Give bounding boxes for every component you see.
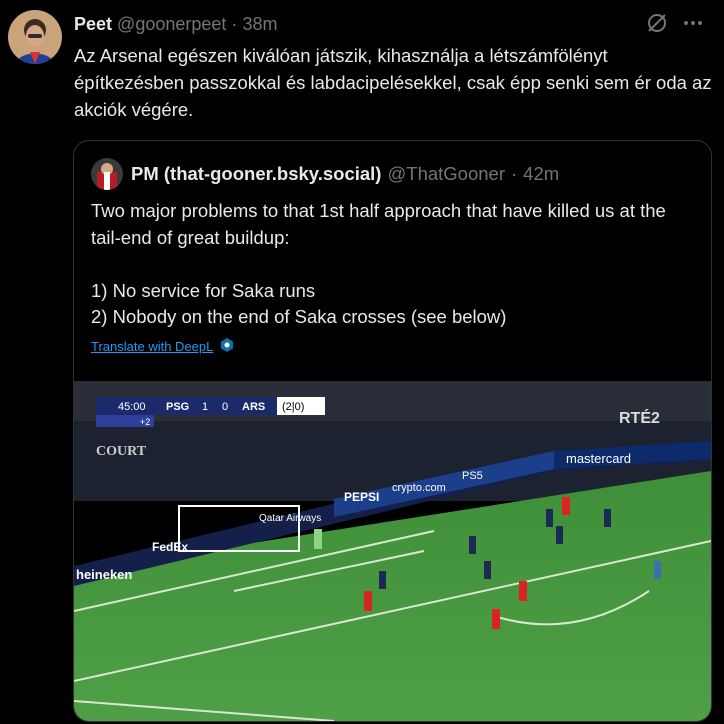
separator: · [511,163,518,184]
more-icon[interactable] [682,12,704,39]
broadcaster-logo: RTÉ2 [619,408,660,427]
home-team: PSG [166,401,189,413]
quote-line [91,251,691,278]
board-pepsi: PEPSI [344,490,379,504]
board-ps5: PS5 [462,470,483,482]
quote-text: Two major problems to that 1st half appr… [91,198,691,331]
board-qatar: Qatar Airways [259,513,321,524]
author-name[interactable]: Peet [74,14,112,34]
board-mastercard: mastercard [566,451,631,466]
board-heineken: heineken [76,567,132,582]
author-handle[interactable]: @goonerpeet [117,14,226,34]
quote-author-name[interactable]: PM (that-gooner.bsky.social) [131,163,381,185]
quote-author-handle[interactable]: @ThatGooner [387,163,505,185]
separator: · [231,14,238,34]
away-team: ARS [242,401,265,413]
post-text: Az Arsenal egészen kiválóan játszik, kih… [74,45,712,120]
translate-label[interactable]: Translate with DeepL [91,339,213,354]
post-time[interactable]: 38m [242,14,277,34]
quote-line: Two major problems to that 1st half appr… [91,200,666,248]
quote-header: PM (that-gooner.bsky.social) @ThatGooner… [91,158,559,190]
deepl-icon [219,337,235,356]
aggregate-score: (2|0) [282,401,304,413]
no-translate-icon[interactable] [646,12,668,39]
quote-line: 1) No service for Saka runs [91,279,316,301]
quote-line: 2) Nobody on the end of Saka crosses (se… [91,306,507,327]
quoted-post[interactable]: PM (that-gooner.bsky.social) @ThatGooner… [73,140,712,722]
quote-time[interactable]: 42m [523,163,559,185]
match-clock: 45:00 [118,401,146,413]
post-header: Peet @goonerpeet · 38m [74,14,704,38]
board-crypto: crypto.com [392,482,446,494]
stand-sign: COURT [96,444,147,459]
quote-author-avatar[interactable] [91,158,123,190]
translate-link[interactable]: Translate with DeepL [91,337,235,356]
home-score: 1 [202,401,208,413]
match-image[interactable]: mastercard PS5 crypto.com PEPSI Qatar Ai… [74,381,711,721]
away-score: 0 [222,401,228,413]
author-avatar[interactable] [8,10,62,64]
added-time: +2 [140,417,150,427]
